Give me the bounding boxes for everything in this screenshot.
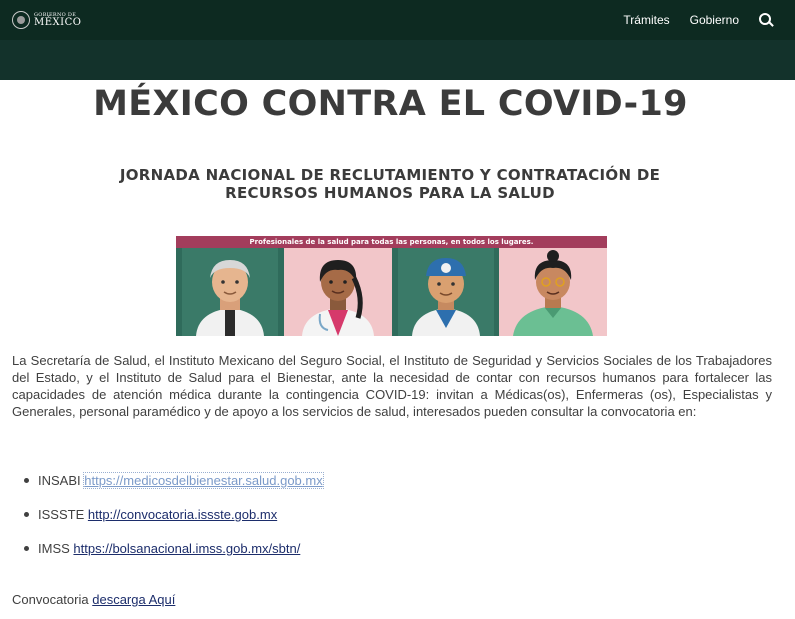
banner-caption: Profesionales de la salud para todas las…: [176, 236, 607, 248]
page-subtitle: JORNADA NACIONAL DE RECLUTAMIENTO Y CONT…: [119, 166, 661, 202]
institution-label: INSABI: [38, 473, 81, 488]
institution-label: ISSSTE: [38, 507, 85, 522]
logo-big-text: MÉXICO: [34, 16, 82, 28]
health-professionals-banner: Profesionales de la salud para todas las…: [176, 236, 607, 336]
institution-label: IMSS: [38, 541, 70, 556]
banner-panel-doctor: [176, 248, 284, 336]
convocatoria-links: INSABI https://medicosdelbienestar.salud…: [12, 472, 772, 574]
banner-panel-nurse: [283, 248, 392, 336]
insabi-link[interactable]: https://medicosdelbienestar.salud.gob.mx: [83, 472, 324, 489]
convocatoria-line: Convocatoria descarga Aquí: [12, 592, 175, 607]
top-navbar: GOBIERNO DE MÉXICO Trámites Gobierno: [0, 0, 795, 40]
main-nav: Trámites Gobierno: [623, 0, 774, 40]
list-item: INSABI https://medicosdelbienestar.salud…: [12, 472, 772, 506]
seal-icon: [12, 11, 30, 29]
imss-link[interactable]: https://bolsanacional.imss.gob.mx/sbtn/: [73, 541, 300, 556]
nav-gobierno[interactable]: Gobierno: [690, 13, 739, 27]
convocatoria-label: Convocatoria: [12, 592, 89, 607]
list-item: IMSS https://bolsanacional.imss.gob.mx/s…: [12, 540, 772, 574]
search-icon[interactable]: [759, 13, 774, 27]
intro-paragraph: La Secretaría de Salud, el Instituto Mex…: [12, 353, 772, 419]
issste-link[interactable]: http://convocatoria.issste.gob.mx: [88, 507, 277, 522]
gobierno-logo[interactable]: GOBIERNO DE MÉXICO: [12, 9, 81, 31]
download-link[interactable]: descarga Aquí: [92, 592, 175, 607]
sub-navbar: [0, 40, 795, 80]
banner-panel-paramedic: [499, 248, 607, 336]
list-item: ISSSTE http://convocatoria.issste.gob.mx: [12, 506, 772, 540]
nav-tramites[interactable]: Trámites: [623, 13, 669, 27]
banner-panel-specialist: [391, 248, 500, 336]
page-title: MÉXICO CONTRA EL COVID-19: [93, 84, 688, 124]
